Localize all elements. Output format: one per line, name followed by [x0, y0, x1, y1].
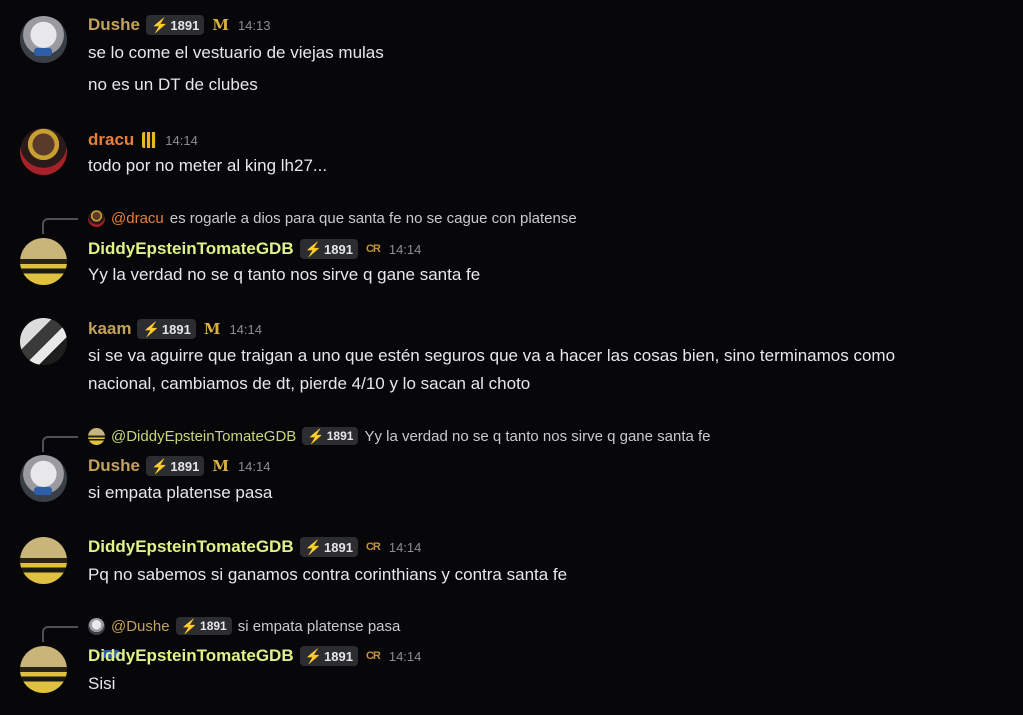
boost-badge[interactable]: ⚡ 1891	[137, 319, 196, 339]
message-line: se lo come el vestuario de viejas mulas	[88, 43, 384, 62]
avatar[interactable]	[20, 646, 67, 693]
reply-spine	[42, 218, 78, 234]
reply-preview[interactable]: @Dushe ⚡ 1891 si empata platense pasa	[88, 616, 401, 658]
reply-text: si empata platense pasa	[237, 617, 401, 635]
badge-count: 1891	[324, 241, 353, 257]
badge-count: 1891	[170, 17, 200, 33]
message-line: Pq no sabemos si ganamos contra corinthi…	[88, 565, 568, 584]
avatar[interactable]	[20, 128, 67, 175]
message-line: Yy la verdad no se q tanto nos sirve q g…	[88, 265, 481, 284]
reply-avatar	[88, 617, 120, 658]
boost-badge[interactable]: ⚡ 1891	[145, 15, 205, 35]
author-name[interactable]: DiddyEpsteinTomateGDB	[88, 537, 294, 557]
boost-badge: ⚡ 1891	[175, 617, 232, 635]
reply-preview[interactable]: @dracu es rogarle a dios para que santa …	[88, 208, 577, 228]
message-line: Sisi	[88, 674, 116, 693]
message-line: no es un DT de clubes	[88, 75, 258, 94]
avatar[interactable]	[20, 16, 67, 63]
bolt-icon: ⚡	[180, 617, 199, 634]
bolt-icon: ⚡	[142, 320, 160, 337]
reply-author[interactable]: @Dushe	[111, 618, 170, 635]
role-cr-icon[interactable]: CR	[366, 650, 381, 662]
bolt-icon: ⚡	[304, 647, 323, 664]
author-name[interactable]: DiddyEpsteinTomateGDB	[88, 239, 294, 259]
message-line: si se va aguirre que traigan a uno que e…	[88, 346, 896, 365]
reply-preview[interactable]: @DiddyEpsteinTomateGDB ⚡ 1891 Yy la verda…	[88, 426, 711, 446]
reply-spine	[42, 436, 78, 452]
timestamp: 14:14	[165, 132, 198, 148]
boost-badge: ⚡ 1891	[302, 427, 359, 445]
avatar[interactable]	[20, 318, 67, 365]
bolt-icon: ⚡	[304, 538, 323, 555]
author-name[interactable]: Dushe	[88, 15, 140, 35]
author-name[interactable]: Dushe	[88, 456, 140, 476]
badge-count: 1891	[324, 648, 353, 664]
message-line: nacional, cambiamos de dt, pierde 4/10 y…	[88, 374, 531, 393]
timestamp: 14:14	[237, 458, 271, 474]
role-m-icon[interactable]: M	[204, 320, 221, 338]
badge-count: 1891	[324, 539, 353, 555]
avatar[interactable]	[20, 238, 67, 285]
reply-spine	[42, 626, 78, 642]
author-name[interactable]: kaam	[88, 319, 131, 339]
role-cr-icon[interactable]: CR	[366, 243, 381, 255]
author-name[interactable]: dracu	[88, 130, 134, 150]
avatar[interactable]	[20, 455, 67, 502]
striped-shield-icon[interactable]	[142, 132, 157, 148]
timestamp: 14:14	[229, 321, 262, 337]
badge-count: 1891	[161, 321, 191, 337]
reply-avatar	[88, 427, 105, 445]
badge-count: 1891	[326, 429, 354, 443]
bolt-icon: ⚡	[150, 457, 169, 474]
timestamp: 14:13	[237, 17, 271, 33]
bolt-icon: ⚡	[307, 427, 325, 444]
avatar[interactable]	[20, 537, 67, 584]
role-cr-icon[interactable]: CR	[366, 541, 381, 553]
reply-text: Yy la verdad no se q tanto nos sirve q g…	[364, 427, 711, 445]
boost-badge[interactable]: ⚡ 1891	[299, 646, 358, 666]
bolt-icon: ⚡	[150, 16, 169, 33]
reply-avatar	[88, 209, 105, 227]
reply-text: es rogarle a dios para que santa fe no s…	[169, 209, 577, 227]
boost-badge[interactable]: ⚡ 1891	[145, 456, 205, 476]
timestamp: 14:14	[388, 539, 422, 555]
role-m-icon[interactable]: M	[212, 16, 229, 34]
reply-author[interactable]: @dracu	[111, 210, 164, 227]
timestamp: 14:14	[388, 648, 422, 664]
badge-count: 1891	[200, 619, 227, 633]
author-name[interactable]: DiddyEpsteinTomateGDB	[88, 646, 294, 666]
role-m-icon[interactable]: M	[212, 457, 229, 475]
message-line: si empata platense pasa	[88, 483, 273, 502]
timestamp: 14:14	[388, 241, 422, 257]
boost-badge[interactable]: ⚡ 1891	[299, 537, 358, 557]
badge-count: 1891	[170, 458, 200, 474]
reply-author[interactable]: @DiddyEpsteinTomateGDB	[111, 428, 296, 445]
boost-badge[interactable]: ⚡ 1891	[299, 239, 358, 259]
message-line: todo por no meter al king lh27...	[88, 156, 328, 175]
bolt-icon: ⚡	[304, 240, 323, 257]
